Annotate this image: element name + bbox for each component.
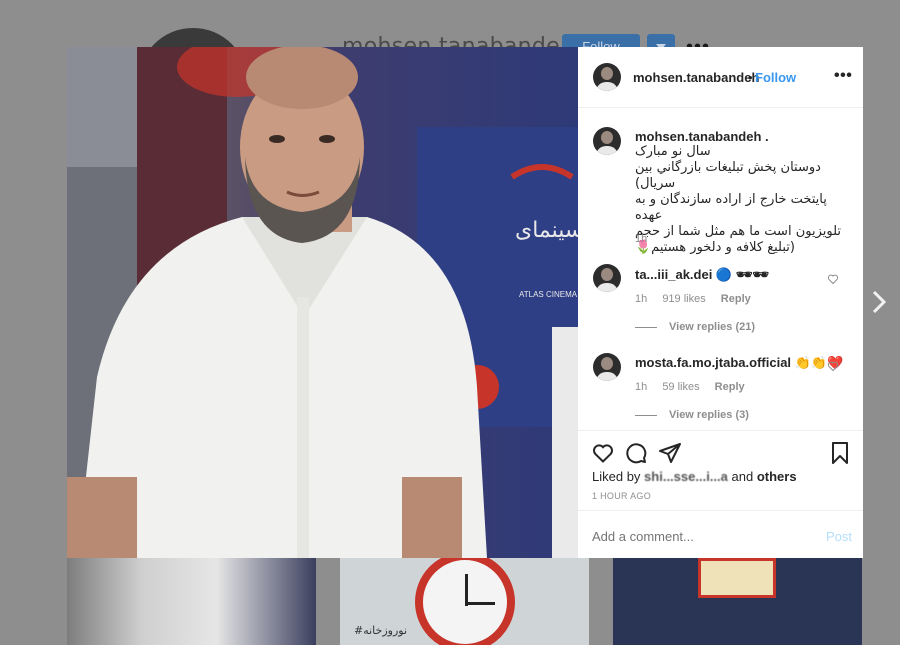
liked-by-others[interactable]: others — [757, 469, 797, 484]
caption-username[interactable]: mohsen.tanabandeh . — [635, 129, 769, 144]
comment-meta: 1h 919 likes Reply — [635, 293, 763, 305]
comment-username[interactable]: ta...iii_ak.dei 🔵 🕶🕶 — [635, 267, 769, 283]
view-replies-button[interactable]: View replies (3) — [635, 409, 749, 421]
bookmark-icon[interactable] — [828, 441, 852, 465]
author-avatar[interactable] — [593, 63, 621, 91]
svg-text:ATLAS CINEMA CO: ATLAS CINEMA CO — [519, 290, 578, 299]
comment-time: 1h — [635, 381, 648, 393]
liked-by-user[interactable]: shi...sse...i...a — [644, 469, 728, 484]
post-header: mohsen.tanabandeh • Follow ••• — [578, 47, 863, 108]
comment-likes[interactable]: 919 likes — [662, 293, 705, 305]
like-comment-heart-icon[interactable] — [827, 360, 839, 372]
post-comment-button[interactable]: Post — [826, 529, 852, 544]
share-icon[interactable] — [658, 441, 682, 465]
caption-time: 1h — [635, 233, 648, 245]
reply-button[interactable]: Reply — [721, 293, 751, 305]
comment-meta: 1h 59 likes Reply — [635, 381, 757, 393]
heart-icon[interactable] — [591, 441, 615, 465]
comment-avatar[interactable] — [593, 353, 621, 381]
post-photo-image: سینمای ATLAS CINEMA CO — [67, 47, 578, 558]
caption-text: سال نو مبارک دوستان پخش تبليغات بازرگاني… — [635, 144, 842, 255]
comment-username[interactable]: mosta.fa.mo.jtaba.official 👏👏❤️ — [635, 355, 843, 371]
post-side-panel: mohsen.tanabandeh • Follow ••• mohsen.ta… — [578, 47, 863, 558]
post-age[interactable]: 1 HOUR AGO — [592, 491, 651, 501]
chevron-right-icon[interactable] — [868, 288, 890, 316]
post-photo[interactable]: سینمای ATLAS CINEMA CO — [67, 47, 578, 558]
ellipsis-icon[interactable]: ••• — [834, 67, 852, 85]
caption-avatar[interactable] — [593, 127, 621, 155]
grid-post-1[interactable] — [67, 558, 316, 645]
clock-image — [415, 558, 515, 645]
add-comment-input[interactable] — [592, 529, 792, 544]
like-comment-heart-icon[interactable] — [827, 273, 839, 285]
header-separator: • — [748, 70, 753, 85]
grid-post-3[interactable] — [613, 558, 862, 645]
reply-button[interactable]: Reply — [715, 381, 745, 393]
liked-by: Liked by shi...sse...i...a and others — [592, 469, 797, 484]
grid-post-caption: #نوروزخانه — [354, 624, 408, 637]
comment-avatar[interactable] — [593, 264, 621, 292]
comment-time: 1h — [635, 293, 648, 305]
follow-link[interactable]: Follow — [755, 70, 796, 85]
grid-post-2[interactable]: #نوروزخانه — [340, 558, 589, 645]
post-actions: Liked by shi...sse...i...a and others 1 … — [578, 430, 863, 510]
svg-text:سینمای: سینمای — [515, 218, 578, 243]
comment-likes[interactable]: 59 likes — [662, 381, 699, 393]
poster-image — [698, 558, 776, 598]
view-replies-button[interactable]: View replies (21) — [635, 321, 755, 333]
comment-box: Post — [578, 510, 863, 558]
post-modal: سینمای ATLAS CINEMA CO mohsen.tanabandeh… — [67, 47, 863, 558]
author-username[interactable]: mohsen.tanabandeh — [633, 70, 759, 85]
comment-icon[interactable] — [624, 441, 648, 465]
